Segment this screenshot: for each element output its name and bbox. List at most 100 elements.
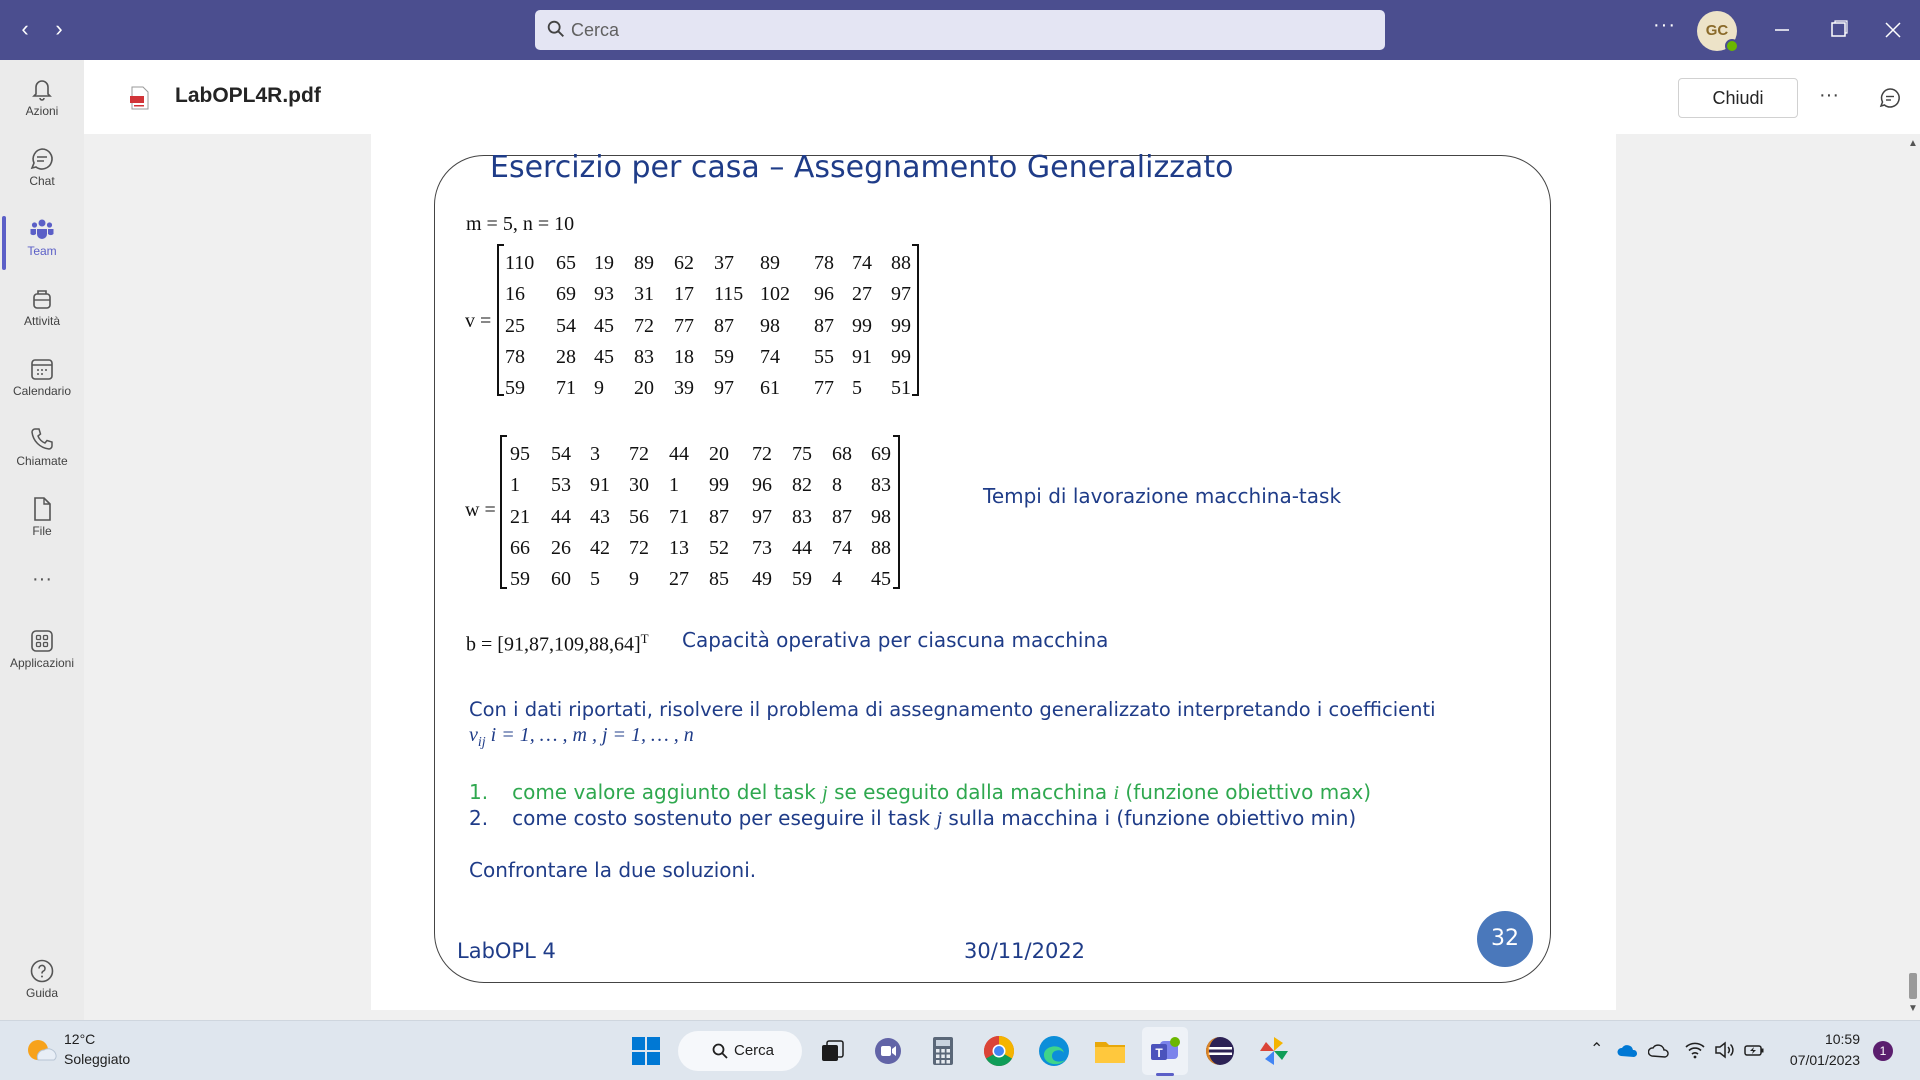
svg-text:T: T [1155, 1046, 1163, 1060]
matrix-cell: 45 [594, 314, 614, 337]
matrix-cell: 39 [674, 377, 694, 400]
matrix-cell: 115 [714, 283, 744, 306]
avatar[interactable]: GC [1697, 11, 1739, 53]
onedrive-icon[interactable] [1617, 1039, 1639, 1061]
matrix-cell: 16 [505, 283, 525, 306]
matrix-cell: 69 [556, 283, 576, 306]
rail-label: Guida [25, 986, 59, 1000]
close-window-icon[interactable] [1876, 14, 1910, 46]
matrix-cell: 83 [792, 505, 812, 528]
matrix-cell: 65 [556, 252, 576, 274]
task-view-icon[interactable] [814, 1033, 850, 1069]
matrix-cell: 5 [852, 377, 862, 400]
forward-icon[interactable]: › [44, 14, 74, 44]
matrix-cell: 91 [590, 474, 610, 497]
paragraph-line2: vij i = 1, … , m , j = 1, … , n [469, 724, 694, 751]
close-file-button[interactable]: Chiudi [1678, 78, 1798, 118]
eclipse-icon[interactable] [1202, 1033, 1238, 1069]
scroll-down-icon[interactable]: ▼ [1908, 1003, 1918, 1014]
file-more-options-icon[interactable]: ··· [1819, 84, 1839, 107]
matrix-cell: 110 [505, 252, 535, 274]
matrix-cell: 71 [556, 377, 576, 400]
slide-title: Esercizio per casa – Assegnamento Genera… [490, 150, 1234, 185]
rail-label: File [32, 524, 52, 538]
more-options-icon[interactable]: ··· [1653, 14, 1676, 37]
tray-chevron-icon[interactable]: ⌃ [1590, 1039, 1612, 1061]
rail-item-chiamate[interactable]: Chiamate [0, 418, 84, 482]
matrix-cell: 59 [505, 377, 525, 400]
wifi-icon[interactable] [1684, 1039, 1706, 1061]
rail-item-team[interactable]: Team [0, 208, 84, 272]
slide-footer-left: LabOPL 4 [457, 939, 556, 963]
matrix-cell: 97 [752, 505, 772, 528]
rail-item-attivita[interactable]: Attività [0, 278, 84, 342]
rail-item-azioni[interactable]: Azioni [0, 68, 84, 132]
item2-number: 2. [469, 806, 489, 830]
matrix-cell: 61 [760, 377, 780, 400]
rail-item-chat[interactable]: Chat [0, 138, 84, 202]
rail-item-file[interactable]: File [0, 488, 84, 552]
matrix-cell: 20 [709, 443, 729, 465]
scroll-up-icon[interactable]: ▲ [1908, 138, 1918, 149]
file-explorer-icon[interactable] [1092, 1033, 1128, 1069]
clock-date[interactable]: 07/01/2023 [1780, 1052, 1860, 1068]
matrix-cell: 99 [891, 314, 911, 337]
scrollbar-thumb[interactable] [1909, 973, 1917, 999]
matrix-cell: 54 [551, 443, 571, 465]
matrix-cell: 9 [629, 568, 639, 591]
matrix-cell: 66 [510, 536, 530, 559]
calculator-icon[interactable] [925, 1033, 961, 1069]
matrix-cell: 75 [792, 443, 812, 465]
back-icon[interactable]: ‹ [10, 14, 40, 44]
notification-badge[interactable]: 1 [1873, 1041, 1893, 1061]
matrix-cell: 83 [871, 474, 891, 497]
matrix-cell: 55 [814, 345, 834, 368]
matrix-cell: 88 [871, 536, 891, 559]
weather-sunny-icon[interactable] [24, 1033, 58, 1067]
search-bar[interactable] [535, 10, 1385, 50]
slide-number-badge: 32 [1477, 911, 1533, 967]
minimize-icon[interactable] [1765, 14, 1799, 46]
matrix-cell: 45 [871, 568, 891, 591]
v-coeff: v [469, 724, 478, 746]
clock-time[interactable]: 10:59 [1800, 1031, 1860, 1047]
maximize-icon[interactable] [1821, 14, 1855, 46]
matrix-cell: 77 [814, 377, 834, 400]
item1-number: 1. [469, 780, 489, 804]
rail-label: Attività [23, 314, 60, 328]
rail-more-apps[interactable]: ··· [0, 562, 84, 596]
matrix-cell: 88 [891, 252, 911, 274]
teams-app-icon[interactable]: T [1147, 1033, 1183, 1069]
chrome-icon[interactable] [981, 1033, 1017, 1069]
battery-charging-icon[interactable] [1743, 1039, 1765, 1061]
matrix-cell: 62 [674, 252, 694, 274]
chat-icon [30, 148, 53, 170]
matrix-cell: 27 [669, 568, 689, 591]
teams-chat-icon[interactable] [870, 1033, 906, 1069]
scrollbar[interactable] [1906, 134, 1920, 1020]
taskbar-search[interactable]: Cerca [678, 1031, 802, 1071]
cloud-icon[interactable] [1648, 1039, 1670, 1061]
item1-text-b: se eseguito dalla macchina [827, 780, 1114, 804]
edge-icon[interactable] [1036, 1033, 1072, 1069]
matrix-cell: 78 [505, 345, 525, 368]
matrix-cell: 89 [634, 252, 654, 274]
matrix-cell: 13 [669, 536, 689, 559]
volume-icon[interactable] [1713, 1039, 1735, 1061]
matrix-cell: 98 [760, 314, 780, 337]
rail-label: Chiamate [16, 454, 68, 468]
matrix-cell: 19 [594, 252, 614, 274]
pinwheel-app-icon[interactable] [1256, 1033, 1292, 1069]
matrix-cell: 18 [674, 345, 694, 368]
search-input[interactable] [571, 10, 1351, 50]
rail-item-applicazioni[interactable]: Applicazioni [0, 620, 84, 684]
windows-start-icon[interactable] [628, 1033, 664, 1069]
rail-item-calendario[interactable]: Calendario [0, 348, 84, 412]
rail-item-guida[interactable]: Guida [0, 950, 84, 1014]
matrix-cell: 102 [760, 283, 790, 306]
matrix-cell: 87 [832, 505, 852, 528]
matrix-cell: 43 [590, 505, 610, 528]
matrix-cell: 72 [752, 443, 772, 465]
paragraph-line1: Con i dati riportati, risolvere il probl… [469, 698, 1436, 721]
conversation-icon[interactable] [1878, 86, 1902, 110]
